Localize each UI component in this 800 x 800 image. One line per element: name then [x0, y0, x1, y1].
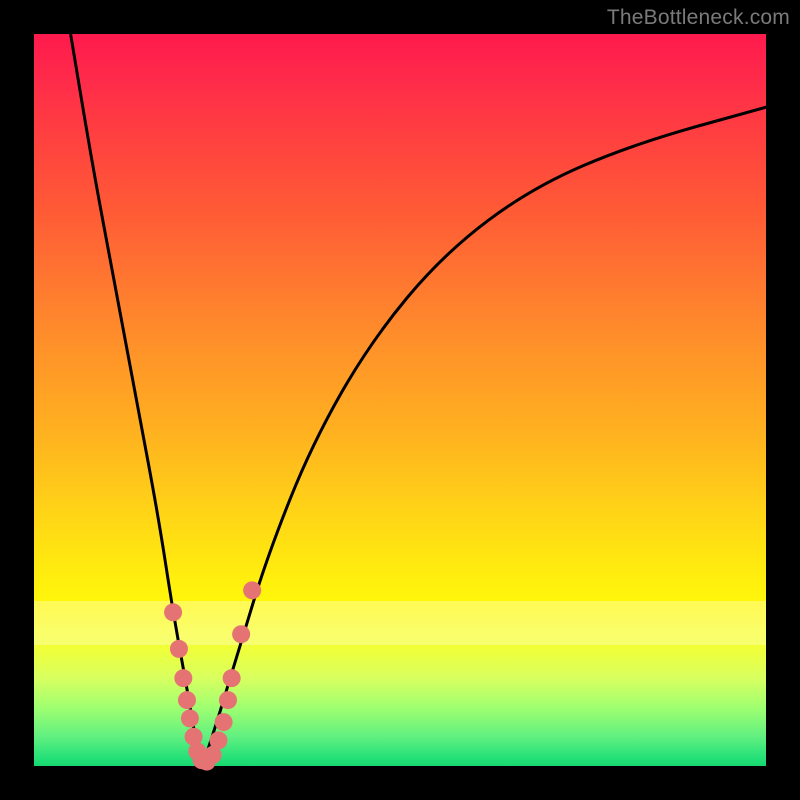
- watermark-text: TheBottleneck.com: [607, 6, 790, 30]
- curve-layer: [34, 34, 766, 766]
- data-marker: [232, 625, 250, 643]
- data-marker: [164, 603, 182, 621]
- plot-area: [34, 34, 766, 766]
- curve-right-branch: [202, 107, 766, 766]
- data-marker: [181, 709, 199, 727]
- data-marker: [219, 691, 237, 709]
- data-marker: [243, 581, 261, 599]
- data-marker: [209, 731, 227, 749]
- data-marker: [223, 669, 241, 687]
- data-marker: [174, 669, 192, 687]
- data-marker: [170, 640, 188, 658]
- data-marker: [178, 691, 196, 709]
- data-marker: [215, 713, 233, 731]
- chart-frame: TheBottleneck.com: [0, 0, 800, 800]
